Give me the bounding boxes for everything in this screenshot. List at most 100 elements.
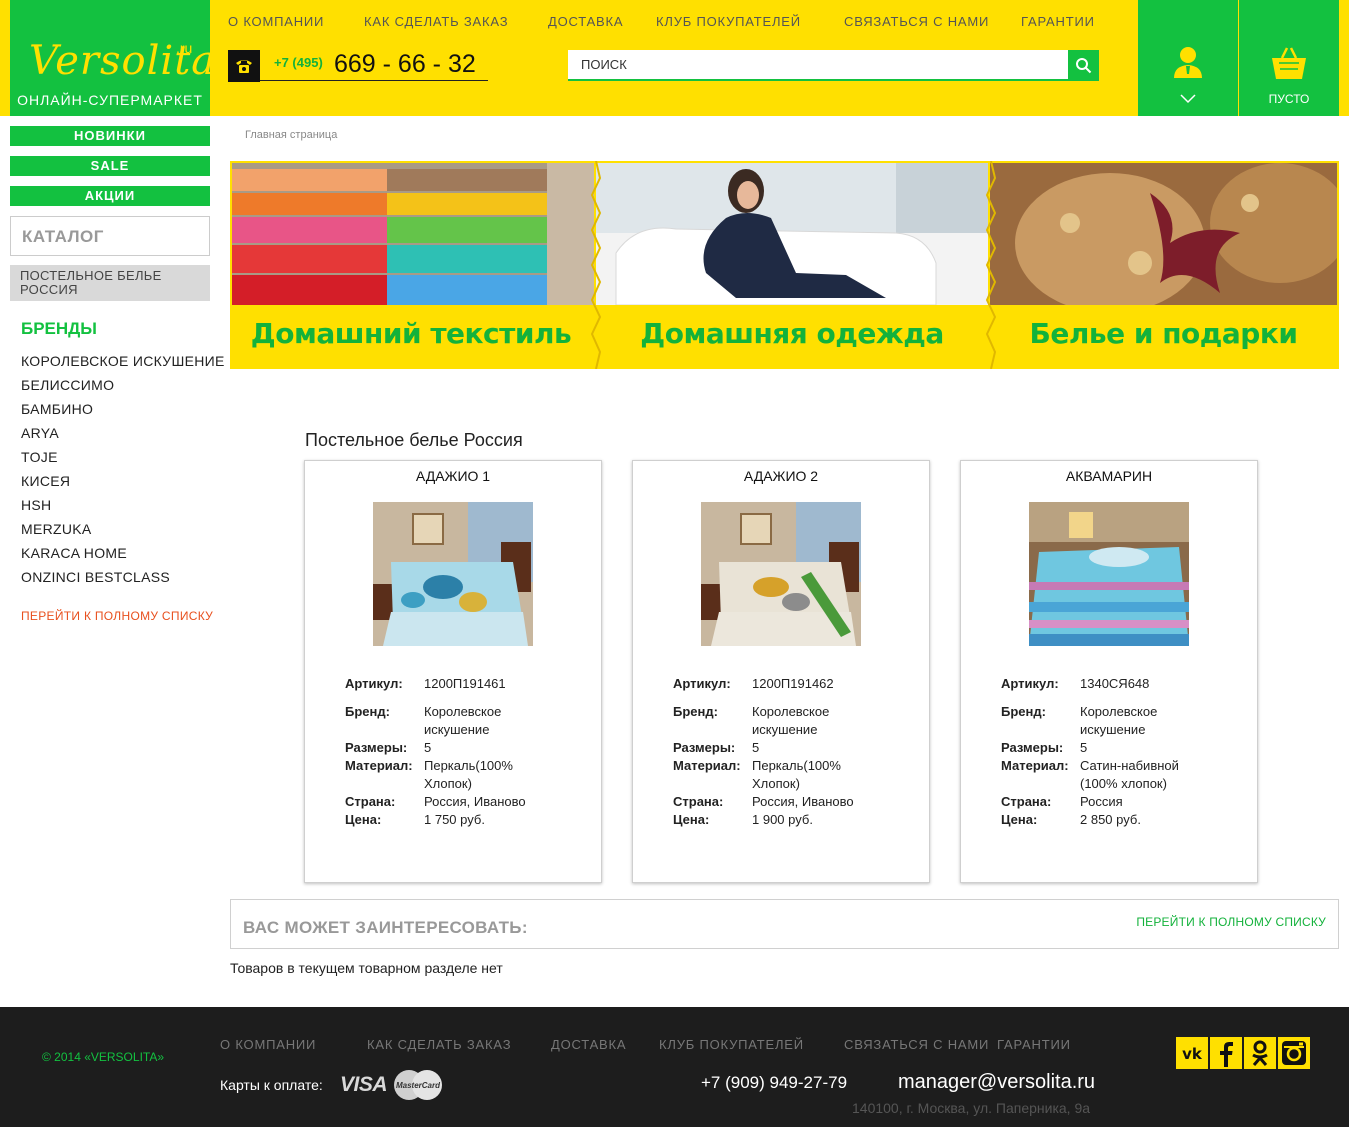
banner-image-textile[interactable] [232, 163, 594, 305]
product-card: АДАЖИО 1 Артикул: 1200П191461 Бренд: Корол… [304, 460, 602, 883]
material-label: Материал: [345, 758, 413, 773]
sizes-label: Размеры: [345, 740, 408, 755]
price-label: Цена: [1001, 812, 1038, 827]
copyright: © 2014 «VERSOLITA» [42, 1050, 165, 1064]
material-value: Перкаль(100% Хлопок) [424, 758, 513, 791]
breadcrumb[interactable]: Главная страница [245, 129, 337, 141]
footer-phone[interactable]: +7 (909) 949-27-79 [701, 1073, 847, 1093]
article-label: Артикул: [673, 676, 731, 691]
footer-email[interactable]: manager@versolita.ru [898, 1071, 1095, 1094]
footer-address: 140100, г. Москва, ул. Паперника, 9а [852, 1100, 1091, 1116]
country-label: Страна: [345, 794, 396, 809]
brand-label: Бренд: [1001, 704, 1046, 719]
phone-underline [260, 80, 488, 81]
cart-status: ПУСТО [1268, 92, 1310, 106]
banner-label-gifts[interactable]: Белье и подарки [990, 317, 1337, 350]
article-value: 1340СЯ648 [1080, 676, 1150, 691]
nav-about[interactable]: О КОМПАНИИ [228, 14, 324, 29]
banner-label-homewear[interactable]: Домашняя одежда [596, 317, 988, 350]
new-products-button[interactable]: НОВИНКИ [10, 126, 210, 146]
user-icon [1174, 47, 1202, 78]
visa-logo: VISA [340, 1073, 388, 1096]
footer-nav-guarantees[interactable]: ГАРАНТИИ [997, 1037, 1071, 1052]
brand-item[interactable]: ARYA [21, 425, 225, 449]
banner-image-gifts[interactable] [990, 163, 1337, 305]
empty-section-message: Товаров в текущем товарном разделе нет [230, 960, 503, 976]
footer-nav-club[interactable]: КЛУБ ПОКУПАТЕЛЕЙ [659, 1037, 804, 1052]
section-title: Постельное белье Россия [305, 430, 523, 450]
banner-label-textile[interactable]: Домашний текстиль [230, 317, 592, 350]
nav-guarantees[interactable]: ГАРАНТИИ [1021, 14, 1095, 29]
nav-delivery[interactable]: ДОСТАВКА [548, 14, 623, 29]
country-label: Страна: [673, 794, 724, 809]
nav-how-to-order[interactable]: КАК СДЕЛАТЬ ЗАКАЗ [364, 14, 508, 29]
product-title[interactable]: АДАЖИО 1 [305, 468, 601, 484]
account-button[interactable] [1138, 0, 1238, 116]
brands-full-list-link[interactable]: ПЕРЕЙТИ К ПОЛНОМУ СПИСКУ [21, 609, 213, 623]
article-label: Артикул: [345, 676, 403, 691]
product-image[interactable] [373, 502, 533, 646]
product-title[interactable]: АДАЖИО 2 [633, 468, 929, 484]
product-image[interactable] [1029, 502, 1189, 646]
brand-item[interactable]: KARACA HOME [21, 545, 225, 569]
price-value: 1 750 руб. [424, 812, 485, 827]
odnoklassniki-icon[interactable] [1244, 1037, 1276, 1069]
phone-icon [228, 50, 260, 82]
sizes-value: 5 [1080, 740, 1088, 755]
sizes-value: 5 [752, 740, 760, 755]
brand-item[interactable]: КИСЕЯ [21, 473, 225, 497]
product-card: АДАЖИО 2 Артикул: 1200П191462 Бренд: Корол… [632, 460, 930, 883]
footer-nav-delivery[interactable]: ДОСТАВКА [551, 1037, 626, 1052]
search-icon [1076, 58, 1092, 74]
logo-subtitle: ОНЛАЙН-СУПЕРМАРКЕТ [17, 92, 203, 108]
facebook-icon[interactable] [1210, 1037, 1242, 1069]
recommendations-full-list-link[interactable]: ПЕРЕЙТИ К ПОЛНОМУ СПИСКУ [1136, 915, 1326, 929]
brand-value: Королевское искушение [1080, 704, 1158, 737]
nav-contact[interactable]: СВЯЗАТЬСЯ С НАМИ [844, 14, 989, 29]
brand-item[interactable]: БЕЛИССИМО [21, 377, 225, 401]
search-button[interactable] [1068, 50, 1099, 81]
search-input[interactable] [568, 50, 1068, 81]
logo[interactable]: Versolita .ru ОНЛАЙН-СУПЕРМАРКЕТ [10, 0, 215, 116]
brand-item[interactable]: БАМБИНО [21, 401, 225, 425]
brand-item[interactable]: MERZUKA [21, 521, 225, 545]
footer-nav-how-to-order[interactable]: КАК СДЕЛАТЬ ЗАКАЗ [367, 1037, 511, 1052]
footer-nav-contact[interactable]: СВЯЗАТЬСЯ С НАМИ [844, 1037, 989, 1052]
article-value: 1200П191461 [424, 676, 506, 691]
recommendations-title: ВАС МОЖЕТ ЗАИНТЕРЕСОВАТЬ: [243, 918, 528, 937]
brand-label: Бренд: [673, 704, 718, 719]
vk-icon[interactable]: vk [1176, 1037, 1208, 1069]
basket-icon [1272, 47, 1306, 79]
svg-text:vk: vk [1182, 1045, 1203, 1063]
catalog-header[interactable]: КАТАЛОГ [10, 216, 210, 256]
article-value: 1200П191462 [752, 676, 834, 691]
brand-item[interactable]: HSH [21, 497, 225, 521]
sale-button[interactable]: SALE [10, 156, 210, 176]
catalog-item-label: ПОСТЕЛЬНОЕ БЕЛЬЕ РОССИЯ [20, 268, 162, 297]
article-label: Артикул: [1001, 676, 1059, 691]
product-title[interactable]: АКВАМАРИН [961, 468, 1257, 484]
brand-item[interactable]: TOJE [21, 449, 225, 473]
instagram-icon[interactable] [1278, 1037, 1310, 1069]
promotions-button[interactable]: АКЦИИ [10, 186, 210, 206]
brand-item[interactable]: КОРОЛЕВСКОЕ ИСКУШЕНИЕ [21, 353, 225, 377]
nav-club[interactable]: КЛУБ ПОКУПАТЕЛЕЙ [656, 14, 801, 29]
brand-value: Королевское искушение [424, 704, 502, 737]
footer-nav-about[interactable]: О КОМПАНИИ [220, 1037, 316, 1052]
sizes-value: 5 [424, 740, 432, 755]
mastercard-text: MasterCard [396, 1081, 441, 1090]
material-label: Материал: [673, 758, 741, 773]
product-image[interactable] [701, 502, 861, 646]
catalog-label: КАТАЛОГ [22, 227, 104, 246]
mastercard-logo: MasterCard [394, 1070, 442, 1100]
phone-number[interactable]: 669 - 66 - 32 [334, 50, 476, 79]
material-value: Сатин-набивной (100% хлопок) [1080, 758, 1179, 791]
catalog-item-bedding-russia[interactable]: ПОСТЕЛЬНОЕ БЕЛЬЕ РОССИЯ [10, 265, 210, 301]
banner-image-homewear[interactable] [596, 163, 988, 305]
brand-item[interactable]: ONZINCI BESTCLASS [21, 569, 225, 593]
cart-button[interactable]: ПУСТО [1239, 0, 1339, 116]
site-header: Versolita .ru ОНЛАЙН-СУПЕРМАРКЕТ О КОМПА… [0, 0, 1349, 116]
payment-label: Карты к оплате: [220, 1077, 323, 1093]
country-value: Россия, Иваново [424, 794, 526, 809]
brands-title: БРЕНДЫ [21, 319, 97, 338]
